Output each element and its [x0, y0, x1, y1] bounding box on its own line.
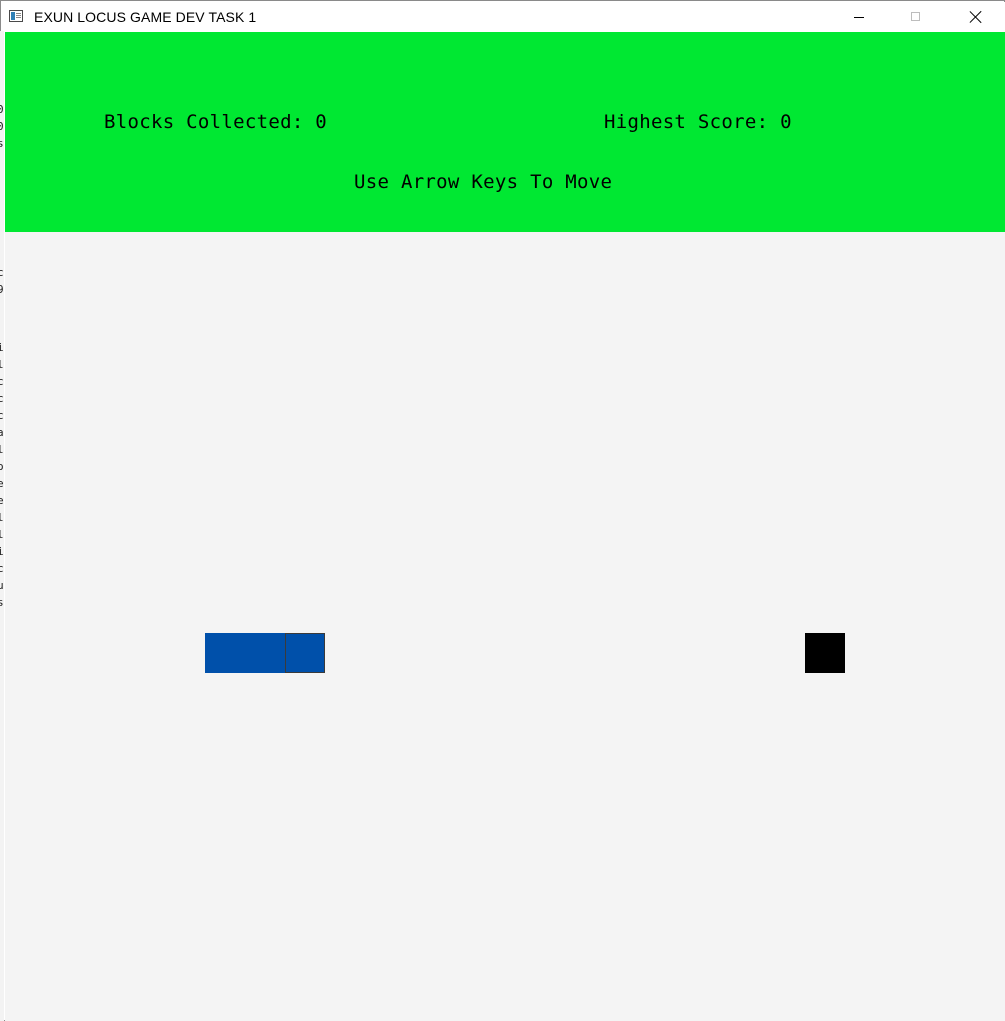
background-glyph: s — [0, 596, 4, 609]
maximize-icon — [911, 12, 920, 21]
close-button[interactable] — [952, 2, 998, 32]
game-canvas[interactable]: Blocks Collected: 0 Highest Score: 0 Use… — [5, 32, 1005, 1021]
background-glyph: i — [0, 341, 4, 354]
background-glyph: l — [0, 443, 4, 456]
background-glyph: o — [0, 460, 4, 473]
highest-score-label: Highest Score: 0 — [604, 111, 792, 133]
background-glyph: c — [0, 266, 4, 279]
background-window-edge: 00sc9ilcccaloeellicus — [0, 31, 4, 1021]
window-title: EXUN LOCUS GAME DEV TASK 1 — [34, 9, 257, 25]
background-glyph: e — [0, 494, 4, 507]
close-icon — [969, 10, 983, 24]
background-glyph: u — [0, 579, 4, 592]
app-window-icon — [9, 10, 23, 22]
title-bar[interactable]: EXUN LOCUS GAME DEV TASK 1 — [2, 2, 1005, 32]
background-glyph: e — [0, 477, 4, 490]
background-glyph: l — [0, 511, 4, 524]
background-glyph: l — [0, 358, 4, 371]
game-window: EXUN LOCUS GAME DEV TASK 1 Blocks Collec… — [0, 0, 1005, 1021]
background-glyph: i — [0, 545, 4, 558]
snake-segment — [245, 633, 285, 673]
controls-hint-label: Use Arrow Keys To Move — [354, 171, 613, 193]
background-glyph: s — [0, 137, 4, 150]
background-glyph: 0 — [0, 103, 4, 116]
background-glyph: c — [0, 375, 4, 388]
background-glyph: a — [0, 426, 4, 439]
background-glyph: c — [0, 392, 4, 405]
background-glyph: l — [0, 528, 4, 541]
snake-head — [285, 633, 325, 673]
maximize-button[interactable] — [892, 2, 938, 32]
background-glyph: 0 — [0, 120, 4, 133]
background-glyph: 9 — [0, 283, 4, 296]
background-glyph: c — [0, 409, 4, 422]
food-block — [805, 633, 845, 673]
hud-panel: Blocks Collected: 0 Highest Score: 0 Use… — [5, 32, 1005, 232]
blocks-collected-label: Blocks Collected: 0 — [104, 111, 328, 133]
minimize-button[interactable] — [836, 2, 882, 32]
minimize-icon — [854, 17, 864, 18]
snake-segment — [205, 633, 245, 673]
background-glyph: c — [0, 562, 4, 575]
